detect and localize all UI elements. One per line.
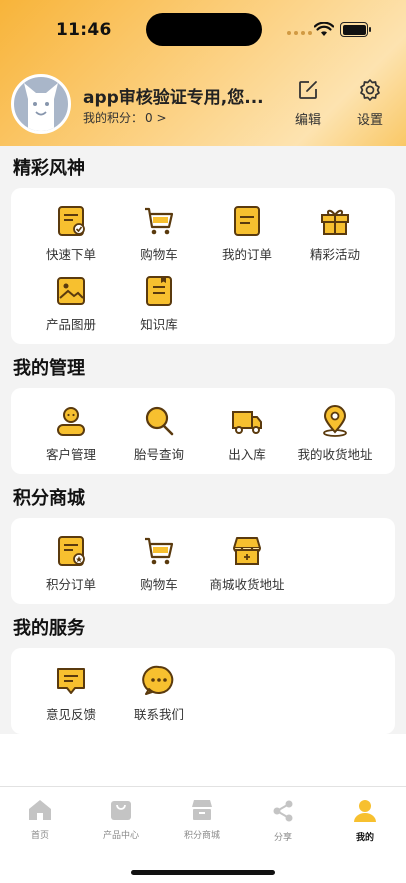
customer-icon xyxy=(57,407,85,436)
profile-header: 11:46 app审核验证专用,您... 我的积分： 0 > 编辑 设置 xyxy=(0,0,406,146)
menu-item-quick-order[interactable]: 快速下单 xyxy=(27,204,115,263)
tab-home[interactable]: 首页 xyxy=(0,799,80,841)
menu-item-my-address[interactable]: 我的收货地址 xyxy=(291,404,379,463)
menu-item-label: 意见反馈 xyxy=(45,707,96,722)
edit-label: 编辑 xyxy=(294,113,321,128)
points-label: 我的积分： xyxy=(83,111,144,125)
settings-label: 设置 xyxy=(356,113,383,128)
menu-item-cart[interactable]: 购物车 xyxy=(115,204,203,263)
tab-label: 首页 xyxy=(30,831,49,841)
home-indicator xyxy=(131,870,275,875)
tab-points-mall[interactable]: 积分商城 xyxy=(162,799,242,841)
user-icon xyxy=(354,800,376,822)
tab-bar: 首页 产品中心 积分商城 分享 我的 xyxy=(0,786,406,883)
home-icon xyxy=(29,800,51,820)
store-icon xyxy=(192,800,212,820)
menu-item-mall-cart[interactable]: 购物车 xyxy=(115,534,203,593)
tab-label: 产品中心 xyxy=(102,831,139,841)
menu-item-label: 商城收货地址 xyxy=(209,577,285,592)
share-icon xyxy=(273,800,293,822)
order-icon xyxy=(234,206,260,236)
menu-item-label: 积分订单 xyxy=(45,577,96,592)
location-icon xyxy=(323,405,347,437)
tab-label: 我的 xyxy=(355,833,374,843)
menu-item-label: 产品图册 xyxy=(45,317,96,332)
points-value: 0 > xyxy=(145,111,167,125)
battery-icon xyxy=(340,22,371,37)
menu-item-points-orders[interactable]: 积分订单 xyxy=(27,534,115,593)
menu-item-label: 胎号查询 xyxy=(133,447,184,462)
menu-item-inventory[interactable]: 出入库 xyxy=(203,404,291,463)
tab-label: 积分商城 xyxy=(183,831,220,841)
settings-button[interactable]: 设置 xyxy=(350,78,390,128)
contact-icon xyxy=(142,665,174,695)
menu-item-label: 购物车 xyxy=(140,247,178,262)
tab-mine[interactable]: 我的 xyxy=(325,799,405,843)
avatar[interactable] xyxy=(11,74,71,134)
gear-icon xyxy=(360,79,380,101)
status-time: 11:46 xyxy=(56,20,112,40)
menu-item-label: 联系我们 xyxy=(133,707,184,722)
wifi-icon xyxy=(314,22,334,36)
section-title-services: 我的服务 xyxy=(13,618,85,639)
section-title-points-mall: 积分商城 xyxy=(13,488,85,509)
menu-item-mall-address[interactable]: 商城收货地址 xyxy=(203,534,291,593)
menu-item-gallery[interactable]: 产品图册 xyxy=(27,274,115,333)
menu-item-knowledge[interactable]: 知识库 xyxy=(115,274,203,333)
cart-icon xyxy=(145,537,174,565)
product-icon xyxy=(111,801,131,820)
menu-item-customers[interactable]: 客户管理 xyxy=(27,404,115,463)
knowledge-icon xyxy=(146,276,172,306)
section-title-management: 我的管理 xyxy=(13,358,85,379)
signal-icon xyxy=(287,31,312,35)
shop-icon xyxy=(233,537,261,565)
edit-button[interactable]: 编辑 xyxy=(288,78,328,128)
menu-item-label: 知识库 xyxy=(140,317,178,332)
tab-share[interactable]: 分享 xyxy=(243,799,323,843)
menu-item-label: 客户管理 xyxy=(45,447,96,462)
section-title-featured: 精彩风神 xyxy=(13,158,85,179)
menu-item-label: 购物车 xyxy=(140,577,178,592)
gallery-icon xyxy=(57,277,85,305)
menu-item-feedback[interactable]: 意见反馈 xyxy=(27,664,115,723)
points-order-icon xyxy=(58,536,85,566)
search-icon xyxy=(145,406,174,436)
feedback-icon xyxy=(57,668,85,694)
menu-item-label: 精彩活动 xyxy=(309,247,360,262)
card-points-mall: 积分订单 购物车 商城收货地址 xyxy=(11,518,395,604)
menu-item-label: 我的订单 xyxy=(221,247,272,262)
menu-item-label: 我的收货地址 xyxy=(297,447,373,462)
cat-avatar-icon xyxy=(24,83,58,131)
truck-icon xyxy=(232,411,262,434)
tab-label: 分享 xyxy=(273,833,292,843)
card-featured: 快速下单 购物车 我的订单 精彩活动 产品图册 知识库 xyxy=(11,188,395,344)
menu-item-tire-search[interactable]: 胎号查询 xyxy=(115,404,203,463)
dynamic-island xyxy=(146,13,262,46)
quick-order-icon xyxy=(58,206,85,236)
card-management: 客户管理 胎号查询 出入库 我的收货地址 xyxy=(11,388,395,474)
menu-item-my-orders[interactable]: 我的订单 xyxy=(203,204,291,263)
content-blank-area xyxy=(0,734,406,786)
menu-item-contact[interactable]: 联系我们 xyxy=(115,664,203,723)
edit-icon xyxy=(299,81,317,99)
gift-icon xyxy=(321,209,349,235)
user-name: app审核验证专用,您... xyxy=(83,88,264,108)
points-link[interactable]: 我的积分： 0 > xyxy=(83,109,167,126)
menu-item-activities[interactable]: 精彩活动 xyxy=(291,204,379,263)
card-services: 意见反馈 联系我们 xyxy=(11,648,395,734)
menu-item-label: 快速下单 xyxy=(45,247,96,262)
menu-item-label: 出入库 xyxy=(228,447,266,462)
tab-products[interactable]: 产品中心 xyxy=(81,799,161,841)
cart-icon xyxy=(145,207,174,235)
status-bar: 11:46 xyxy=(0,0,406,58)
